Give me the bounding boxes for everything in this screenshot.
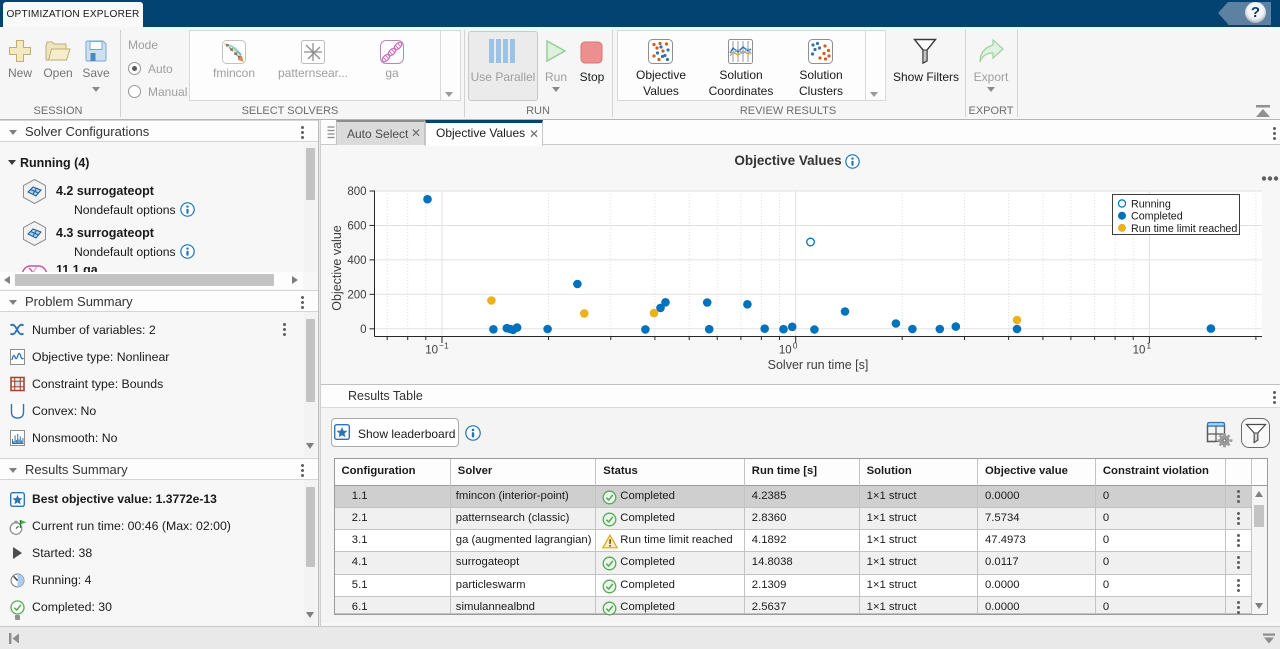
svg-text:200: 200 [347,289,366,301]
svg-text:Objective value: Objective value [330,225,344,311]
svg-text:Solver run time [s]: Solver run time [s] [768,358,869,372]
svg-text:0: 0 [360,324,366,336]
svg-text:10: 10 [779,345,792,357]
svg-text:0: 0 [793,341,798,351]
svg-text:Running: Running [1131,199,1171,211]
svg-text:600: 600 [347,220,366,232]
svg-text:400: 400 [347,255,366,267]
svg-text:Run time limit reached: Run time limit reached [1131,223,1237,235]
svg-text:1: 1 [1146,341,1151,351]
svg-text:−1: −1 [439,341,449,351]
svg-text:10: 10 [1133,345,1146,357]
svg-text:Objective Values: Objective Values [734,153,841,168]
svg-text:800: 800 [347,186,366,198]
svg-text:Completed: Completed [1131,211,1183,223]
svg-text:10: 10 [425,345,438,357]
